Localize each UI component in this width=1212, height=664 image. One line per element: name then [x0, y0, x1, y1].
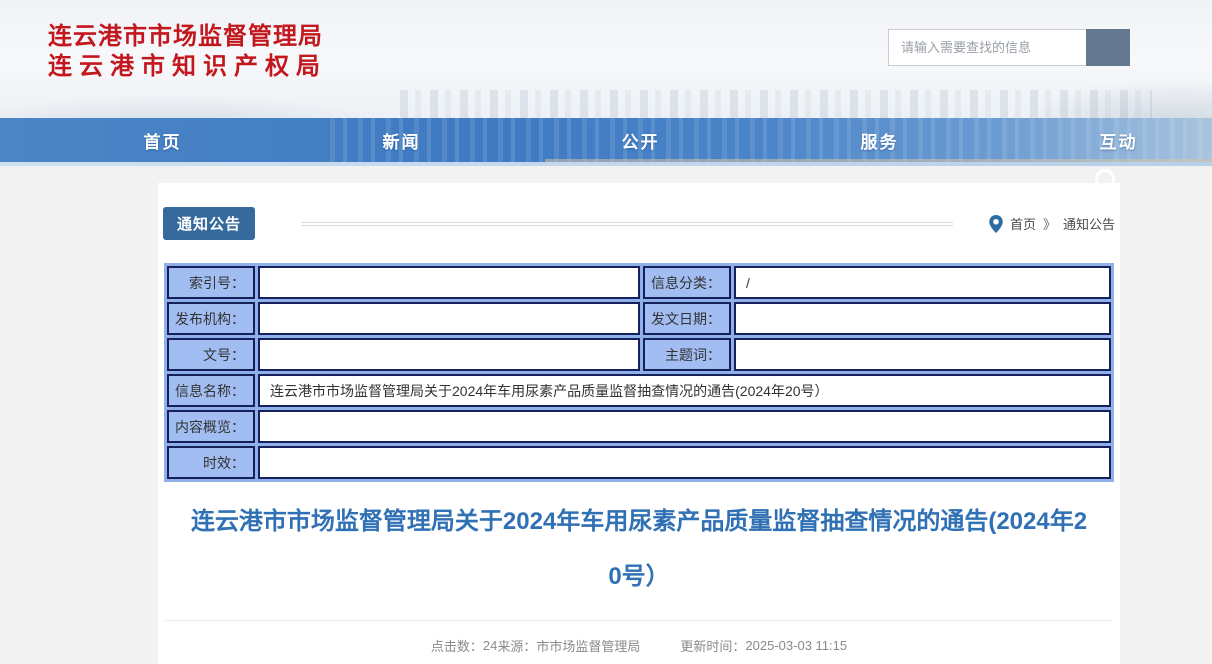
- updated-value: 2025-03-03 11:15: [745, 638, 847, 653]
- info-value-cell: [258, 266, 640, 299]
- breadcrumb-separator: 》: [1043, 214, 1056, 233]
- site-logo[interactable]: 连云港市市场监督管理局 连云港市知识产权局: [48, 22, 327, 82]
- breadcrumb: 首页 》 通知公告: [989, 214, 1115, 233]
- breadcrumb-current[interactable]: 通知公告: [1063, 214, 1115, 233]
- content-background: 通知公告 首页 》 通知公告 索引号：: [0, 166, 1212, 664]
- info-label-cell: 内容概览：: [167, 410, 255, 443]
- breadcrumb-home[interactable]: 首页: [1010, 214, 1036, 233]
- page: 连云港市市场监督管理局 连云港市知识产权局 首页 新闻 公开 服务 互动 通知公…: [0, 0, 1212, 664]
- updated-label: 更新时间：: [680, 636, 745, 655]
- info-label-cell: 发布机构：: [167, 302, 255, 335]
- nav-item-interact[interactable]: 互动: [999, 128, 1212, 153]
- section-tab-notice[interactable]: 通知公告: [163, 207, 255, 240]
- content-panel: 通知公告 首页 》 通知公告 索引号：: [158, 183, 1120, 664]
- info-value-cell: [734, 302, 1111, 335]
- ring-decoration-icon: [1095, 169, 1115, 189]
- site-logo-line2: 连云港市知识产权局: [48, 52, 327, 82]
- info-value-cell: [258, 338, 640, 371]
- info-label-cell: 信息分类：: [643, 266, 731, 299]
- table-row: 索引号： 信息分类： /: [167, 266, 1111, 299]
- info-value-cell: 连云港市市场监督管理局关于2024年车用尿素产品质量监督抽查情况的通告(2024…: [258, 374, 1111, 407]
- site-search: [888, 29, 1130, 66]
- article-title: 连云港市市场监督管理局关于2024年车用尿素产品质量监督抽查情况的通告(2024…: [188, 494, 1090, 604]
- info-value-cell: /: [734, 266, 1111, 299]
- main-nav-items: 首页 新闻 公开 服务 互动: [43, 118, 1212, 162]
- table-row: 信息名称： 连云港市市场监督管理局关于2024年车用尿素产品质量监督抽查情况的通…: [167, 374, 1111, 407]
- nav-item-service[interactable]: 服务: [760, 128, 999, 153]
- info-label-cell: 主题词：: [643, 338, 731, 371]
- site-banner: 连云港市市场监督管理局 连云港市知识产权局 首页 新闻 公开 服务 互动: [0, 0, 1212, 162]
- section-divider-line: [301, 222, 953, 226]
- hits-count: 24: [483, 638, 497, 653]
- hits-label: 点击数：: [431, 636, 483, 655]
- document-info-table: 索引号： 信息分类： / 发布机构： 发文日期： 文号： 主题词：: [164, 263, 1114, 482]
- table-row: 时效：: [167, 446, 1111, 479]
- source-label: 来源：: [497, 636, 536, 655]
- nav-item-public[interactable]: 公开: [521, 128, 760, 153]
- info-label-cell: 发文日期：: [643, 302, 731, 335]
- nav-item-news[interactable]: 新闻: [282, 128, 521, 153]
- info-value-cell: [258, 410, 1111, 443]
- info-value-cell: [258, 302, 640, 335]
- table-row: 内容概览：: [167, 410, 1111, 443]
- nav-item-home[interactable]: 首页: [43, 128, 282, 153]
- site-logo-line1: 连云港市市场监督管理局: [48, 22, 327, 52]
- search-button[interactable]: [1086, 29, 1130, 66]
- article-meta: 点击数：24来源：市市场监督管理局 更新时间：2025-03-03 11:15: [163, 621, 1115, 655]
- table-row: 发布机构： 发文日期：: [167, 302, 1111, 335]
- source-value: 市市场监督管理局: [536, 636, 640, 655]
- info-label-cell: 时效：: [167, 446, 255, 479]
- table-row: 文号： 主题词：: [167, 338, 1111, 371]
- banner-skyline-decoration: [400, 90, 1152, 118]
- location-pin-icon: [989, 215, 1003, 233]
- info-value-cell: [258, 446, 1111, 479]
- search-input[interactable]: [888, 29, 1086, 66]
- info-label-cell: 索引号：: [167, 266, 255, 299]
- main-nav: 首页 新闻 公开 服务 互动: [0, 118, 1212, 162]
- section-header: 通知公告 首页 》 通知公告: [163, 207, 1115, 240]
- info-value-cell: [734, 338, 1111, 371]
- info-label-cell: 信息名称：: [167, 374, 255, 407]
- info-label-cell: 文号：: [167, 338, 255, 371]
